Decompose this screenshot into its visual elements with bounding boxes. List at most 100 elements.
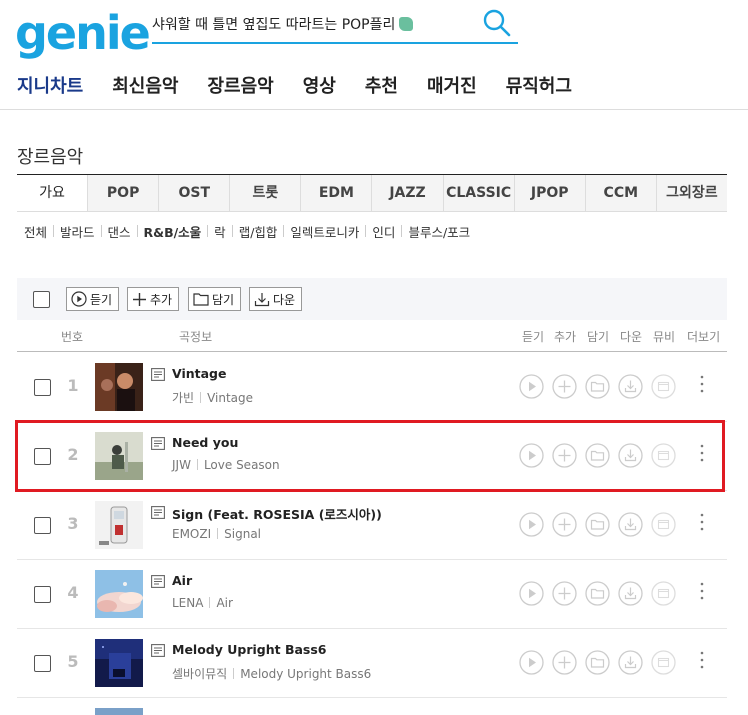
nav-item-recommend[interactable]: 추천 bbox=[365, 72, 398, 98]
album-cover[interactable] bbox=[95, 501, 143, 549]
song-row: 3 Sign (Feat. ROSESIA (로즈시아)) EMOZI Signa… bbox=[17, 491, 727, 560]
tab-kpop[interactable]: 가요 bbox=[17, 175, 88, 211]
download-icon[interactable] bbox=[618, 650, 643, 675]
music-video-icon[interactable] bbox=[651, 374, 676, 399]
download-icon[interactable] bbox=[618, 374, 643, 399]
col-add: 추가 bbox=[554, 330, 577, 344]
song-meta: EMOZI Signal bbox=[172, 527, 261, 541]
folder-icon[interactable] bbox=[585, 650, 610, 675]
lyrics-icon[interactable] bbox=[151, 368, 165, 381]
play-selected-button[interactable]: 듣기 bbox=[66, 287, 120, 311]
album-cover[interactable] bbox=[95, 363, 143, 411]
col-info: 곡정보 bbox=[179, 330, 213, 344]
play-icon[interactable] bbox=[519, 581, 544, 606]
plus-icon[interactable] bbox=[552, 512, 577, 537]
download-icon[interactable] bbox=[618, 512, 643, 537]
play-icon[interactable] bbox=[519, 650, 544, 675]
tab-edm[interactable]: EDM bbox=[300, 175, 371, 211]
sub-genre-indie[interactable]: 인디 bbox=[372, 222, 395, 241]
nav-item-new[interactable]: 최신음악 bbox=[112, 72, 178, 98]
sub-genre-rnb[interactable]: R&B/소울 bbox=[144, 222, 202, 241]
play-icon bbox=[71, 291, 87, 307]
song-title[interactable]: Vintage bbox=[172, 366, 226, 381]
nav-item-musichug[interactable]: 뮤직허그 bbox=[506, 72, 572, 98]
select-all-checkbox[interactable] bbox=[33, 291, 50, 308]
search-bar[interactable]: 샤워할 때 틀면 옆집도 따라트는 POP플리 bbox=[152, 8, 518, 44]
sub-genre-dance[interactable]: 댄스 bbox=[108, 222, 131, 241]
song-title[interactable]: Air bbox=[172, 573, 192, 588]
song-row: 1 Vintage 가빈 Vintage bbox=[17, 353, 727, 422]
nav-divider bbox=[0, 109, 748, 110]
add-selected-button[interactable]: 추가 bbox=[127, 287, 180, 311]
sub-genre-folk[interactable]: 블루스/포크 bbox=[408, 222, 470, 241]
album-cover[interactable] bbox=[95, 639, 143, 687]
play-icon[interactable] bbox=[519, 512, 544, 537]
save-selected-button[interactable]: 담기 bbox=[188, 287, 242, 311]
nav-item-genre[interactable]: 장르음악 bbox=[208, 72, 274, 98]
tab-ost[interactable]: OST bbox=[158, 175, 229, 211]
music-video-icon[interactable] bbox=[651, 512, 676, 537]
tab-etc[interactable]: 그외장르 bbox=[655, 175, 727, 211]
tab-pop[interactable]: POP bbox=[87, 175, 158, 211]
tab-ccm[interactable]: CCM bbox=[584, 175, 656, 211]
folder-icon bbox=[193, 293, 209, 306]
lyrics-icon[interactable] bbox=[151, 644, 165, 657]
music-video-icon[interactable] bbox=[651, 650, 676, 675]
sub-genre-rock[interactable]: 락 bbox=[214, 222, 226, 241]
col-play: 듣기 bbox=[522, 330, 545, 344]
nav-item-video[interactable]: 영상 bbox=[303, 72, 336, 98]
search-icon[interactable] bbox=[482, 8, 512, 38]
download-icon bbox=[254, 292, 270, 306]
play-icon[interactable] bbox=[519, 374, 544, 399]
row-checkbox[interactable] bbox=[34, 379, 51, 396]
artist-name[interactable]: EMOZI bbox=[172, 527, 211, 541]
download-icon[interactable] bbox=[618, 581, 643, 606]
more-options-icon[interactable] bbox=[699, 581, 705, 601]
plus-icon[interactable] bbox=[552, 581, 577, 606]
lyrics-icon[interactable] bbox=[151, 506, 165, 519]
song-meta: LENA Air bbox=[172, 596, 233, 610]
album-name[interactable]: Signal bbox=[224, 527, 261, 541]
plus-icon bbox=[133, 292, 146, 306]
album-name[interactable]: Air bbox=[216, 596, 232, 610]
song-title[interactable]: Melody Upright Bass6 bbox=[172, 642, 327, 657]
nav-item-chart[interactable]: 지니차트 bbox=[17, 72, 83, 98]
folder-icon[interactable] bbox=[585, 374, 610, 399]
row-checkbox[interactable] bbox=[34, 586, 51, 603]
song-title[interactable]: Sign (Feat. ROSESIA (로즈시아)) bbox=[172, 504, 382, 523]
sub-genre-all[interactable]: 전체 bbox=[24, 222, 47, 241]
tab-trot[interactable]: 트롯 bbox=[229, 175, 300, 211]
genie-logo[interactable]: genie bbox=[15, 6, 151, 60]
sub-genre-ballad[interactable]: 발라드 bbox=[60, 222, 95, 241]
song-meta: 가빈 Vintage bbox=[172, 389, 253, 406]
rank-number: 1 bbox=[67, 376, 79, 395]
row-checkbox[interactable] bbox=[34, 517, 51, 534]
artist-name[interactable]: 셀바이뮤직 bbox=[172, 667, 227, 681]
plus-icon[interactable] bbox=[552, 650, 577, 675]
lyrics-icon[interactable] bbox=[151, 575, 165, 588]
more-options-icon[interactable] bbox=[699, 374, 705, 394]
search-input[interactable]: 샤워할 때 틀면 옆집도 따라트는 POP플리 bbox=[152, 14, 414, 34]
sub-genre-hiphop[interactable]: 랩/힙합 bbox=[239, 222, 278, 241]
tab-classic[interactable]: CLASSIC bbox=[442, 175, 514, 211]
tab-jpop[interactable]: JPOP bbox=[513, 175, 585, 211]
more-options-icon[interactable] bbox=[699, 650, 705, 670]
rank-number: 3 bbox=[67, 514, 79, 533]
tab-jazz[interactable]: JAZZ bbox=[371, 175, 442, 211]
nav-item-magazine[interactable]: 매거진 bbox=[427, 72, 477, 98]
more-options-icon[interactable] bbox=[699, 512, 705, 532]
main-nav: 지니차트 최신음악 장르음악 영상 추천 매거진 뮤직허그 bbox=[17, 72, 601, 98]
album-name[interactable]: Vintage bbox=[207, 391, 253, 405]
album-name[interactable]: Melody Upright Bass6 bbox=[240, 667, 371, 681]
music-video-icon[interactable] bbox=[651, 581, 676, 606]
album-cover[interactable] bbox=[95, 570, 143, 618]
sub-genre-electronica[interactable]: 일렉트로니카 bbox=[290, 222, 359, 241]
plus-icon[interactable] bbox=[552, 374, 577, 399]
folder-icon[interactable] bbox=[585, 581, 610, 606]
col-more: 더보기 bbox=[687, 330, 721, 344]
row-checkbox[interactable] bbox=[34, 655, 51, 672]
download-selected-button[interactable]: 다운 bbox=[249, 287, 303, 311]
artist-name[interactable]: 가빈 bbox=[172, 391, 194, 405]
artist-name[interactable]: LENA bbox=[172, 596, 203, 610]
folder-icon[interactable] bbox=[585, 512, 610, 537]
